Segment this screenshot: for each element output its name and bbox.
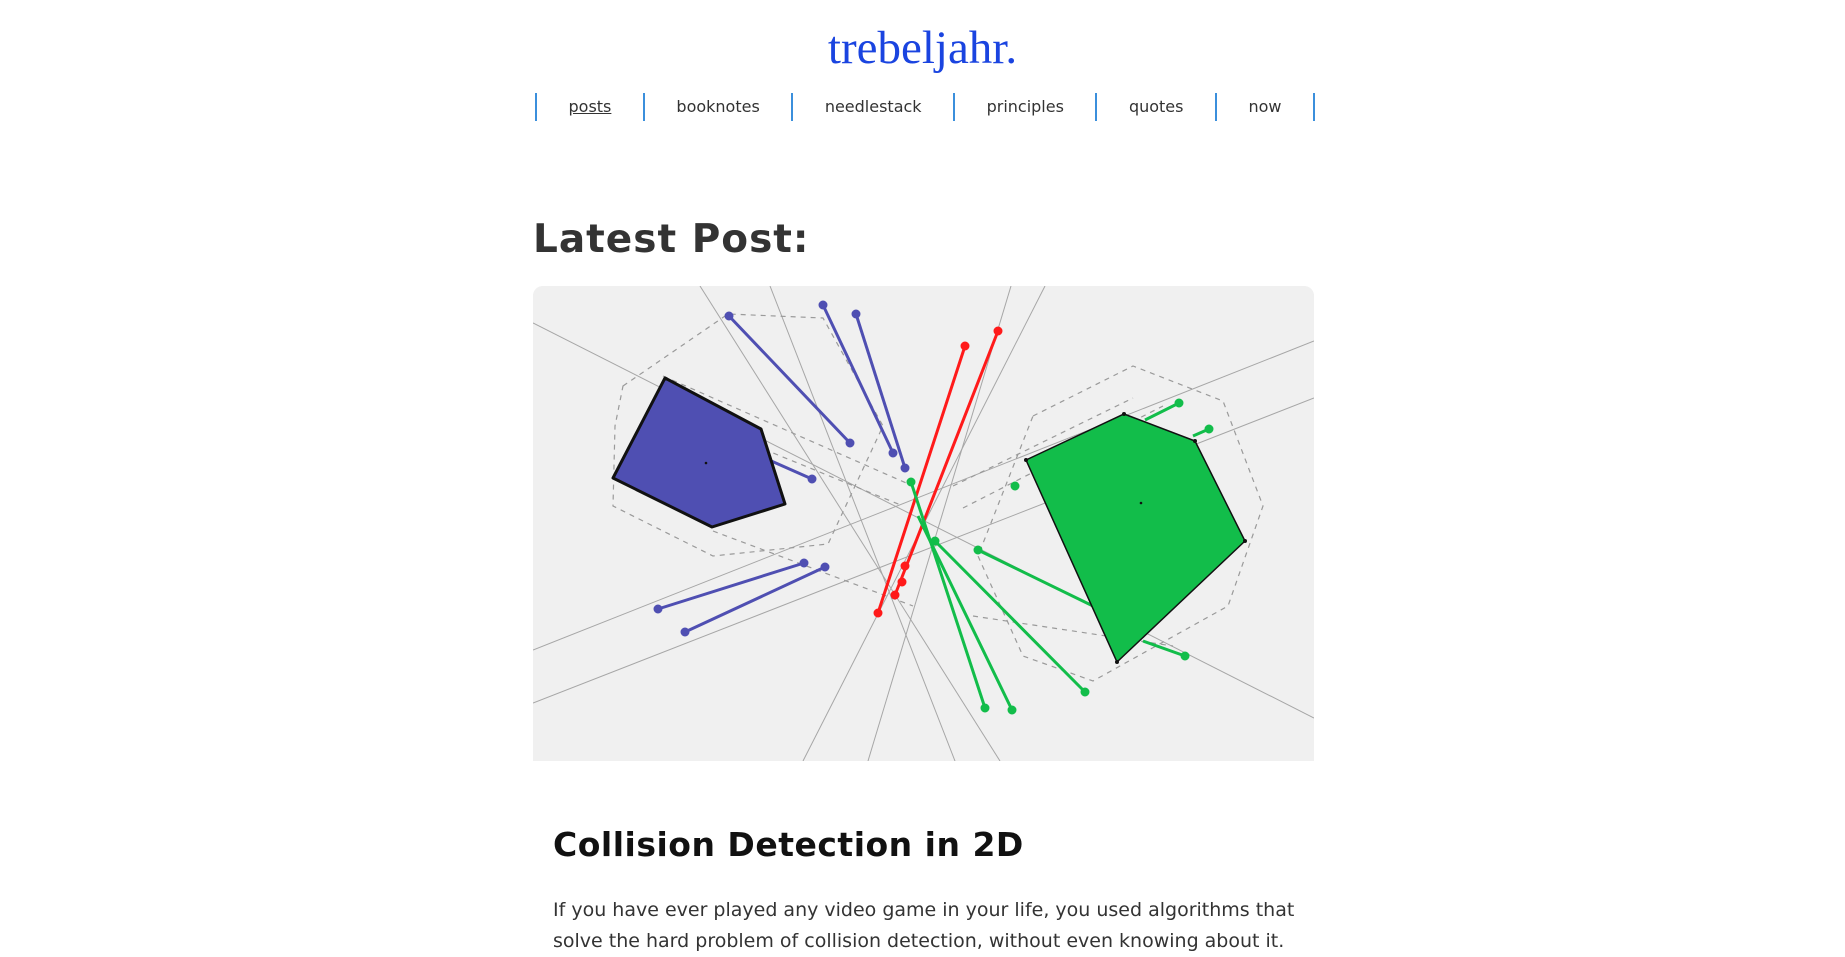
nav-separator <box>1313 93 1316 121</box>
nav-item-principles[interactable]: principles <box>955 93 1095 121</box>
main-nav: posts booknotes needlestack principles q… <box>535 92 1316 122</box>
collision-illustration <box>533 286 1314 761</box>
site-title-link[interactable]: trebeljahr. <box>0 18 1845 78</box>
post-hero-image[interactable] <box>533 286 1314 761</box>
nav-item-needlestack[interactable]: needlestack <box>793 93 953 121</box>
nav-item-now[interactable]: now <box>1217 93 1313 121</box>
nav-item-quotes[interactable]: quotes <box>1097 93 1215 121</box>
post-title-link[interactable]: Collision Detection in 2D <box>553 820 1024 870</box>
nav-item-booknotes[interactable]: booknotes <box>645 93 791 121</box>
latest-post-heading: Latest Post: <box>533 217 810 262</box>
nav-item-posts[interactable]: posts <box>537 93 643 121</box>
